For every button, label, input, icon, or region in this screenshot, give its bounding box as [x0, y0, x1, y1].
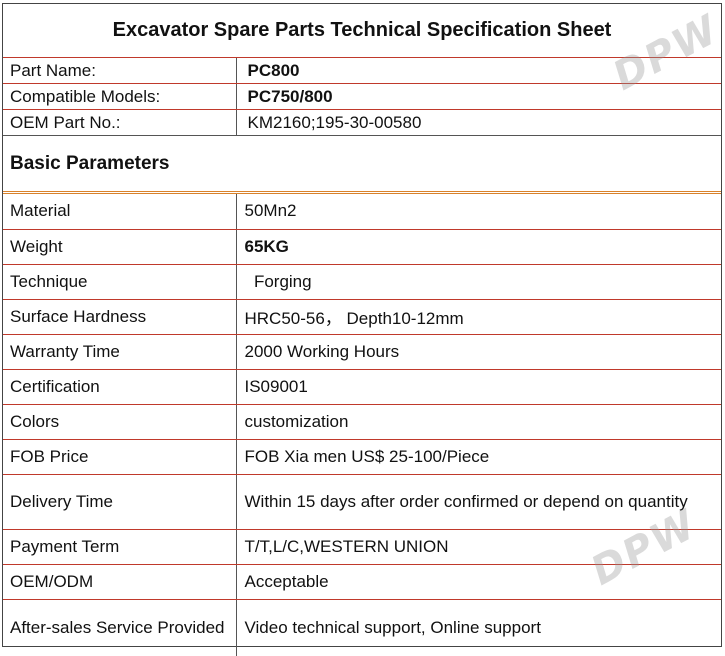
param-value: Within 15 days after order confirmed or … [236, 474, 721, 530]
param-label: Technique [3, 264, 237, 300]
param-value: IS09001 [236, 369, 721, 405]
table-row: Certification IS09001 [3, 369, 721, 405]
param-value: customization [236, 404, 721, 440]
oem-part-value: KM2160;195-30-00580 [236, 109, 721, 136]
table-row: FOB Price FOB Xia men US$ 25-100/Piece [3, 439, 721, 475]
table-row: Weight 65KG [3, 229, 721, 265]
param-label: Weight [3, 229, 237, 265]
compatible-models-label: Compatible Models: [3, 83, 237, 110]
table-row: OEM/ODM Acceptable [3, 564, 721, 600]
param-value: HRC50-56， Depth10-12mm [236, 299, 721, 335]
param-label: OEM/ODM [3, 564, 237, 600]
table-row: Payment Term T/T,L/C,WESTERN UNION [3, 529, 721, 565]
part-name-row: Part Name: PC800 [3, 58, 721, 84]
compatible-models-value: PC750/800 [236, 83, 721, 110]
param-label: Payment Term [3, 529, 237, 565]
param-label: Certification [3, 369, 237, 405]
table-row: Technique Forging [3, 264, 721, 300]
param-value: Video technical support, Online support [244, 617, 541, 637]
part-info-table: Part Name: PC800 Compatible Models: PC75… [3, 58, 721, 136]
param-label: FOB Price [3, 439, 237, 475]
param-value: 2000 Working Hours [236, 334, 721, 370]
param-value: 65KG [236, 229, 721, 265]
section-title: Basic Parameters [3, 136, 721, 194]
table-row: Warranty Time 2000 Working Hours [3, 334, 721, 370]
param-value: FOB Xia men US$ 25-100/Piece [236, 439, 721, 475]
table-row: Colors customization [3, 404, 721, 440]
table-row: Delivery Time Within 15 days after order… [3, 474, 721, 530]
oem-part-row: OEM Part No.: KM2160;195-30-00580 [3, 109, 721, 136]
param-label: Delivery Time [3, 474, 237, 530]
param-label: Colors [3, 404, 237, 440]
parameters-table: Material 50Mn2 Weight 65KG Technique For… [3, 194, 721, 656]
table-row: Surface Hardness HRC50-56， Depth10-12mm [3, 299, 721, 335]
param-value: Forging [236, 264, 721, 300]
table-row: Material 50Mn2 [3, 194, 721, 230]
param-value: 50Mn2 [236, 194, 721, 230]
param-label: Warranty Time [3, 334, 237, 370]
spec-sheet: Excavator Spare Parts Technical Specific… [2, 3, 722, 656]
param-value: T/T,L/C,WESTERN UNION [236, 529, 721, 565]
part-name-value: PC800 [236, 58, 721, 84]
part-name-label: Part Name: [3, 58, 237, 84]
param-label: Material [3, 194, 237, 230]
param-value: Acceptable [236, 564, 721, 600]
compatible-models-row: Compatible Models: PC750/800 [3, 83, 721, 110]
param-label: After-sales Service Provided [3, 599, 237, 656]
sheet-title: Excavator Spare Parts Technical Specific… [3, 4, 721, 58]
oem-part-label: OEM Part No.: [3, 109, 237, 136]
table-row: After-sales Service Provided Video techn… [3, 599, 721, 656]
param-label: Surface Hardness [3, 299, 237, 335]
